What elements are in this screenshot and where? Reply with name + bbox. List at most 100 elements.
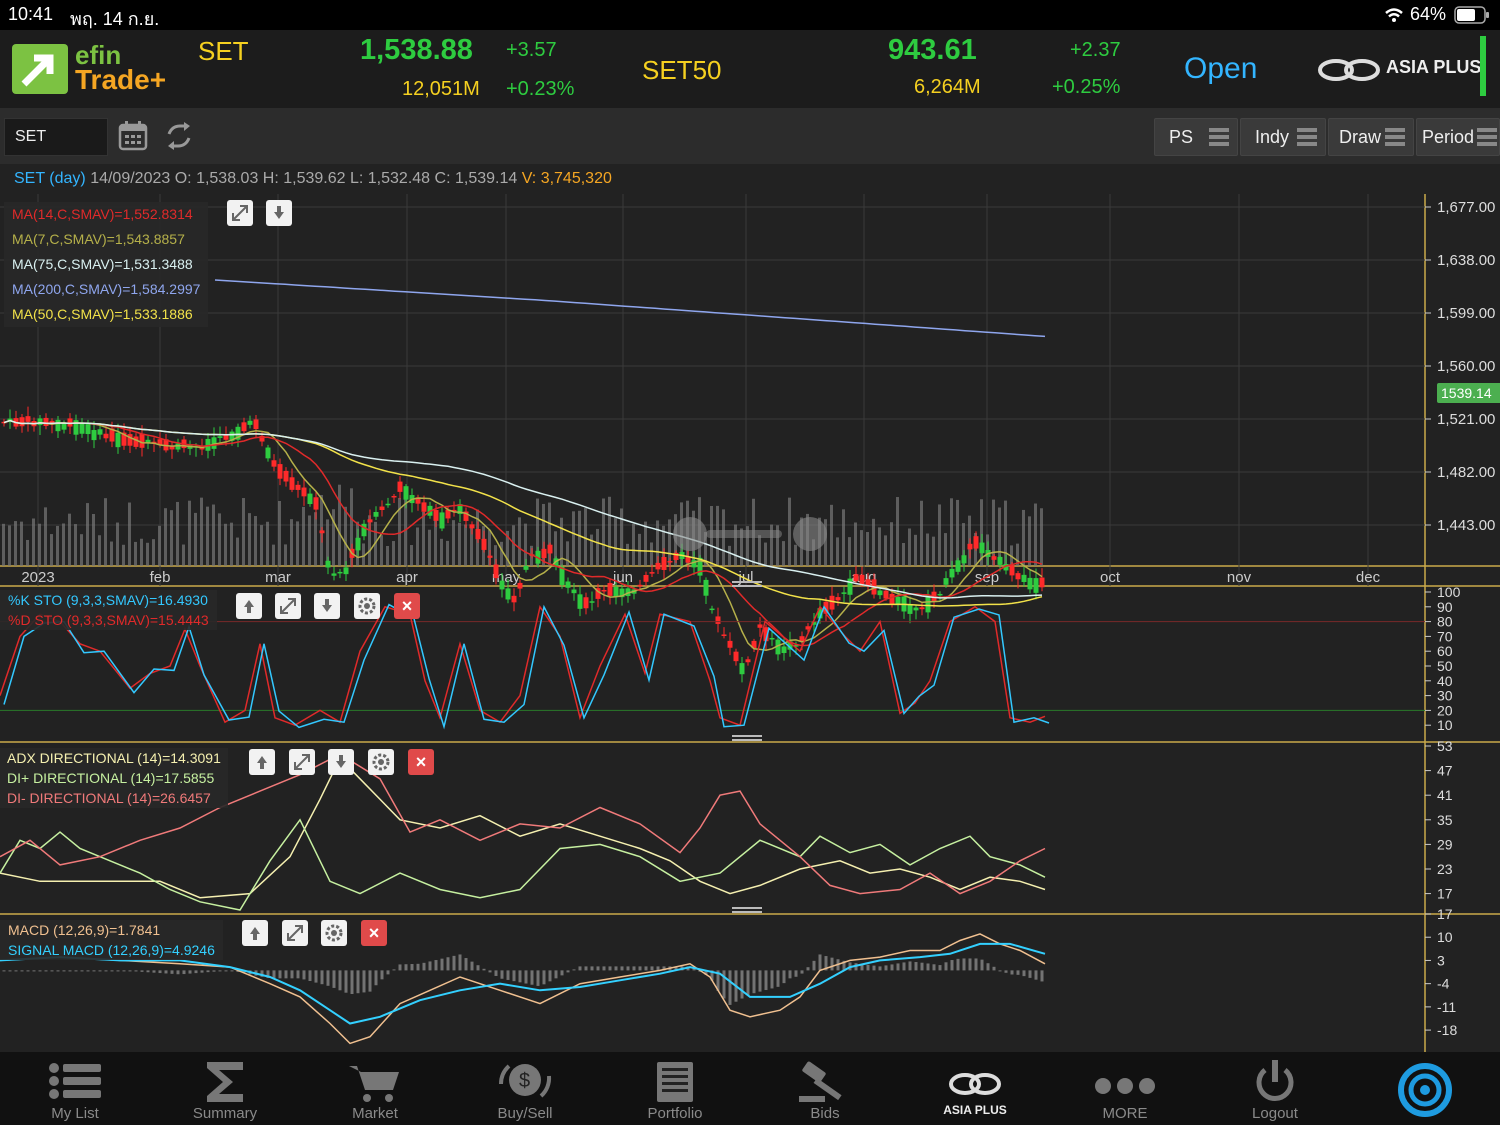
tab-asia-plus[interactable]: ASIA PLUS — [900, 1052, 1050, 1125]
candle-body — [355, 537, 361, 551]
volume-bar — [854, 522, 857, 566]
volume-bar — [422, 511, 425, 566]
menu-icon — [1297, 128, 1317, 146]
macd-histogram-bar — [614, 966, 618, 971]
candle-body — [1015, 573, 1021, 580]
tab-summary[interactable]: Summary — [150, 1052, 300, 1125]
adx-close-button[interactable]: × — [408, 749, 434, 775]
arrow-down-icon — [274, 206, 284, 219]
candle-body — [943, 578, 949, 585]
candle-body — [379, 506, 385, 511]
symbol-input[interactable]: SET — [4, 118, 108, 156]
adx-settings-button[interactable] — [368, 749, 394, 775]
volume-bar — [44, 507, 47, 566]
tab-market[interactable]: Market — [300, 1052, 450, 1125]
calendar-icon[interactable] — [118, 120, 148, 152]
x-tick-2023: 2023 — [21, 569, 54, 586]
adx-move-up-button[interactable] — [249, 749, 275, 775]
volume-bar — [728, 545, 731, 566]
candle-body — [655, 562, 661, 570]
price-y-tick: 1,677.00 — [1437, 199, 1495, 216]
period-button[interactable]: Period — [1416, 118, 1500, 156]
set-label[interactable]: SET — [198, 36, 249, 67]
candle-body — [325, 560, 331, 568]
tab-buy-sell[interactable]: $ Buy/Sell — [450, 1052, 600, 1125]
macd-histogram-bar — [362, 970, 366, 993]
indy-button[interactable]: Indy — [1240, 118, 1326, 156]
sto-y-tick: 40 — [1437, 673, 1453, 689]
macd-histogram-bar — [656, 966, 660, 971]
macd-histogram-bar — [608, 966, 612, 971]
macd-histogram-bar — [800, 970, 804, 974]
more-dots-icon — [1095, 1078, 1155, 1094]
expand-panel-button[interactable] — [227, 200, 253, 226]
macd-histogram-bar — [758, 970, 762, 992]
macd-expand-button[interactable] — [282, 920, 308, 946]
macd-histogram-bar — [416, 963, 420, 971]
price-y-tick: 1,599.00 — [1437, 305, 1495, 322]
set50-volume: 6,264M — [914, 76, 981, 98]
info-high: 1,539.62 — [283, 170, 346, 187]
sto-move-down-button[interactable] — [314, 593, 340, 619]
assistant-swirl-icon[interactable] — [1396, 1062, 1454, 1118]
macd-close-button[interactable]: × — [361, 920, 387, 946]
macd-move-up-button[interactable] — [242, 920, 268, 946]
arrow-up-icon — [257, 756, 267, 769]
logo-text-bottom: Trade+ — [75, 64, 167, 95]
tab-my-list[interactable]: My List — [0, 1052, 150, 1125]
candle-body — [319, 530, 325, 534]
adx-move-down-button[interactable] — [328, 749, 354, 775]
tab-portfolio[interactable]: Portfolio — [600, 1052, 750, 1125]
sto-move-up-button[interactable] — [236, 593, 262, 619]
macd-y-tick: -4 — [1437, 976, 1450, 992]
volume-bar — [2, 523, 5, 566]
ps-button[interactable]: PS — [1154, 118, 1238, 156]
period-button-label: Period — [1422, 127, 1475, 147]
adx-expand-button[interactable] — [289, 749, 315, 775]
volume-bar — [902, 543, 905, 566]
candle-body — [643, 574, 649, 582]
volume-bar — [200, 497, 203, 566]
sto-y-tick: 50 — [1437, 658, 1453, 674]
chart-canvas[interactable]: 2023febmaraprmayjunjulaugsepoctnovdec1,6… — [0, 194, 1500, 1052]
sto-close-button[interactable]: × — [394, 593, 420, 619]
tab-bids[interactable]: Bids — [750, 1052, 900, 1125]
tab-more[interactable]: MORE — [1050, 1052, 1200, 1125]
volume-bar — [446, 540, 449, 566]
macd-histogram-bar — [512, 970, 516, 982]
macd-histogram-bar — [542, 970, 546, 985]
macd-histogram-bar — [932, 964, 936, 971]
candle-body — [919, 607, 925, 610]
volume-bar — [860, 530, 863, 566]
di-plus-line — [0, 818, 1046, 911]
macd-histogram-bar — [890, 964, 894, 971]
macd-settings-button[interactable] — [321, 920, 347, 946]
candle-body — [61, 423, 67, 430]
tab-logout[interactable]: Logout — [1200, 1052, 1350, 1125]
refresh-icon[interactable] — [164, 122, 194, 150]
set50-label[interactable]: SET50 — [642, 55, 722, 86]
candle-body — [949, 568, 955, 578]
sto-settings-button[interactable] — [354, 593, 380, 619]
volume-bar — [104, 498, 107, 566]
volume-bar — [938, 504, 941, 566]
volume-bar — [578, 510, 581, 566]
macd-histogram-bar — [86, 970, 90, 972]
sto-y-tick: 60 — [1437, 643, 1453, 659]
macd-histogram-bar — [596, 966, 600, 971]
macd-y-tick: -18 — [1437, 1022, 1457, 1038]
move-down-button[interactable] — [266, 200, 292, 226]
candle-body — [481, 538, 487, 550]
draw-button[interactable]: Draw — [1328, 118, 1414, 156]
candle-body — [685, 557, 691, 563]
volume-bar — [140, 538, 143, 566]
macd-histogram-bar — [32, 970, 36, 972]
info-l-label: L: — [349, 170, 364, 187]
sto-expand-button[interactable] — [275, 593, 301, 619]
volume-bar — [896, 497, 899, 566]
chart-area[interactable]: 2023febmaraprmayjunjulaugsepoctnovdec1,6… — [0, 194, 1500, 1052]
tab-more-label: MORE — [1102, 1105, 1148, 1122]
set-index: 1,538.88 — [360, 34, 473, 66]
candle-body — [475, 529, 481, 540]
macd-histogram-bar — [530, 970, 534, 985]
